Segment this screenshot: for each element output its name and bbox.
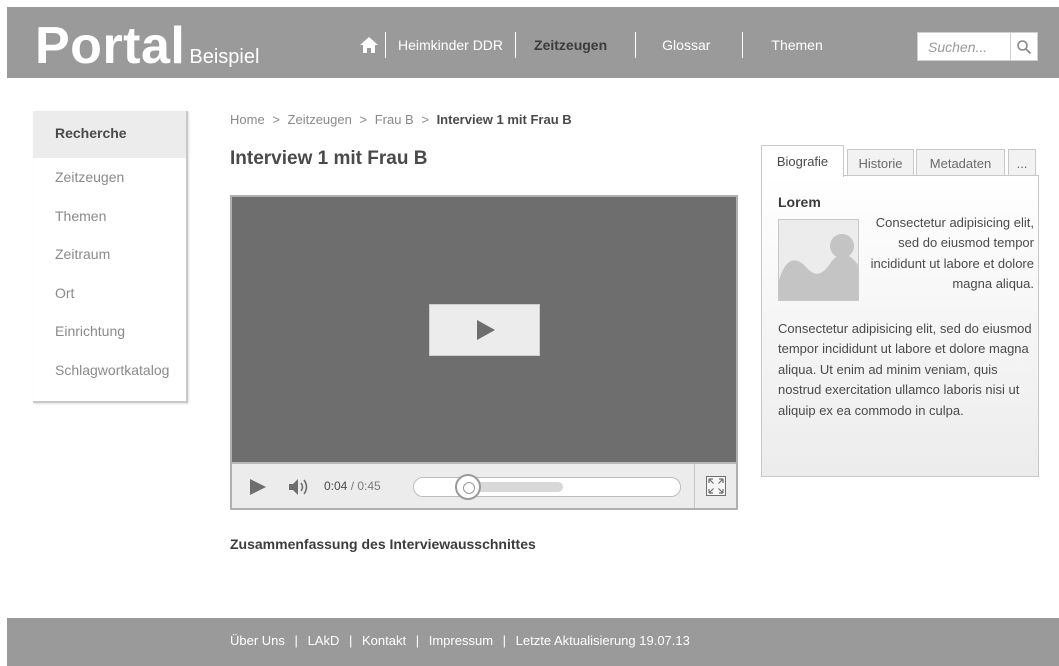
sidebar-item-zeitraum[interactable]: Zeitraum (33, 235, 186, 274)
footer-separator: | (294, 633, 298, 648)
summary-heading: Zusammenfassung des Interviewausschnitte… (230, 536, 536, 552)
time-separator: / (347, 479, 358, 493)
fullscreen-button[interactable] (706, 476, 726, 496)
search-box (917, 32, 1038, 61)
panel-title: Lorem (778, 194, 821, 210)
breadcrumb-zeitzeugen[interactable]: Zeitzeugen (288, 112, 352, 127)
volume-icon (289, 479, 308, 495)
header: Portal Beispiel Heimkinder DDR Zeitzeugen… (7, 7, 1059, 78)
search-input[interactable] (918, 33, 1010, 60)
breadcrumb-separator: > (272, 112, 280, 127)
sidebar-item-label: Zeitzeugen (55, 169, 125, 186)
panel-text: Consectetur adipisicing elit, sed do eiu… (778, 321, 1032, 418)
play-icon (250, 479, 266, 495)
play-icon (476, 320, 495, 340)
current-time: 0:04 (324, 479, 348, 493)
sidebar-item-themen[interactable]: Themen (33, 197, 186, 236)
buffered-bar (475, 482, 563, 492)
breadcrumb-separator: > (359, 112, 368, 127)
breadcrumb-home[interactable]: Home (230, 112, 265, 127)
logo-main: Portal (35, 17, 186, 75)
video-player: 0:04 / 0:45 (230, 195, 738, 510)
logo-sub: Beispiel (189, 46, 260, 68)
sidebar-item-label: Zeitraum (55, 246, 111, 263)
video-area[interactable] (232, 197, 736, 462)
sidebar-item-schlagwortkatalog[interactable]: Schlagwortkatalog (33, 351, 186, 390)
nav-item-themen[interactable]: Themen (771, 32, 822, 58)
nav-separator (742, 32, 744, 58)
panel-text-beside-image: Consectetur adipisicing elit, sed do eiu… (870, 215, 1034, 292)
sidebar-item-label: Ort (55, 284, 75, 301)
sidebar-item-label: Einrichtung (55, 323, 126, 340)
big-play-button[interactable] (429, 304, 540, 356)
biografie-panel: Lorem Consectetur adipisicing elit, sed … (761, 175, 1039, 477)
sidebar-item-label: Recherche (55, 124, 127, 141)
breadcrumb: Home > Zeitzeugen > Frau B > Interview 1… (230, 112, 572, 127)
footer: Über Uns | LAkD | Kontakt | Impressum | … (7, 618, 1059, 666)
sidebar-item-label: Themen (55, 207, 107, 224)
sidebar-item-einrichtung[interactable]: Einrichtung (33, 312, 186, 351)
sidebar-item-recherche[interactable]: Recherche (33, 111, 186, 158)
player-controls: 0:04 / 0:45 (232, 462, 736, 508)
sidebar-item-label: Schlagwortkatalog (55, 361, 170, 378)
nav-item-glossar[interactable]: Glossar (662, 32, 710, 58)
footer-link-kontakt[interactable]: Kontakt (362, 633, 406, 648)
tab-biografie[interactable]: Biografie (761, 145, 844, 177)
logo[interactable]: Portal Beispiel (35, 20, 259, 72)
play-button[interactable] (249, 478, 267, 501)
breadcrumb-separator: > (421, 112, 429, 127)
tab-more[interactable]: ... (1008, 149, 1036, 176)
image-placeholder-icon (778, 219, 859, 301)
time-display: 0:04 / 0:45 (324, 479, 381, 493)
page: Portal Beispiel Heimkinder DDR Zeitzeugen… (7, 7, 1059, 666)
breadcrumb-current: Interview 1 mit Frau B (436, 112, 572, 127)
footer-separator: | (502, 633, 507, 648)
sidebar-item-ort[interactable]: Ort (33, 274, 186, 313)
footer-link-lakd[interactable]: LAkD (308, 633, 340, 648)
nav-item-heimkinder-ddr[interactable]: Heimkinder DDR (398, 32, 503, 58)
sidebar-item-zeitzeugen[interactable]: Zeitzeugen (33, 158, 186, 197)
fullscreen-icon (708, 478, 724, 494)
sidebar: Recherche Zeitzeugen Themen Zeitraum Ort… (33, 111, 188, 403)
last-update: Letzte Aktualisierung 19.07.13 (515, 633, 690, 648)
tab-metadaten[interactable]: Metadaten (916, 149, 1005, 176)
breadcrumb-frau-b[interactable]: Frau B (375, 112, 414, 127)
nav-separator (515, 32, 517, 58)
total-time: 0:45 (357, 479, 381, 493)
volume-button[interactable] (288, 478, 312, 501)
home-icon[interactable] (353, 33, 385, 57)
nav-separator (635, 32, 637, 58)
footer-link-ueber-uns[interactable]: Über Uns (230, 633, 285, 648)
nav-separator (385, 32, 386, 58)
footer-separator: | (348, 633, 353, 648)
footer-link-impressum[interactable]: Impressum (429, 633, 493, 648)
controls-divider (694, 464, 695, 508)
footer-separator: | (415, 633, 420, 648)
main-nav: Heimkinder DDR Zeitzeugen Glossar Themen (353, 31, 823, 59)
page-title: Interview 1 mit Frau B (230, 148, 428, 169)
tab-historie[interactable]: Historie (847, 149, 914, 176)
seek-handle[interactable] (455, 474, 481, 500)
seek-bar[interactable] (413, 474, 681, 500)
nav-item-zeitzeugen[interactable]: Zeitzeugen (534, 32, 607, 58)
footer-links: Über Uns | LAkD | Kontakt | Impressum | … (230, 633, 690, 648)
search-button[interactable] (1010, 33, 1037, 60)
search-icon (1017, 39, 1032, 54)
